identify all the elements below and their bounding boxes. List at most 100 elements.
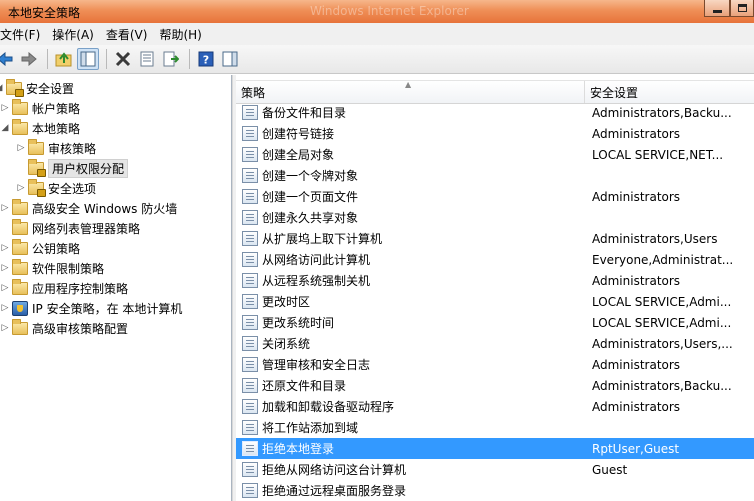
expand-arrow-icon[interactable]: ▷ [0, 103, 10, 113]
show-hide-tree-button[interactable] [77, 48, 99, 70]
tree-item[interactable]: ▷ 软件限制策略 [0, 258, 104, 278]
policy-row[interactable]: 从扩展坞上取下计算机 Administrators,Users [236, 228, 754, 249]
policy-row[interactable]: 创建全局对象 LOCAL SERVICE,NET... [236, 144, 754, 165]
expand-arrow-icon[interactable]: ▷ [0, 263, 10, 273]
policy-icon [242, 378, 258, 393]
tree-item[interactable]: 网络列表管理器策略 [0, 218, 140, 238]
policy-name: 管理审核和安全日志 [262, 358, 371, 372]
help-icon: ? [198, 51, 214, 67]
expand-arrow-icon[interactable]: ▷ [0, 283, 10, 293]
show-action-pane-button[interactable] [219, 48, 241, 70]
menu-view[interactable]: 查看(V) [100, 26, 154, 43]
expand-arrow-icon[interactable]: ▷ [0, 203, 10, 213]
policy-row[interactable]: 备份文件和目录 Administrators,Backu... [236, 102, 754, 123]
forward-button[interactable] [18, 48, 40, 70]
policy-name: 加载和卸载设备驱动程序 [262, 400, 395, 414]
menu-file[interactable]: 文件(F) [0, 26, 46, 43]
expand-arrow-icon[interactable]: ▷ [0, 303, 10, 313]
console-tree[interactable]: ◢ 安全设置 ▷ 帐户策略 ◢ 本地策略 ▷ 审核策略用户权限分配 ▷ 安全选项 ▷ 高级安全 Win… [0, 75, 232, 501]
maximize-icon [737, 4, 747, 12]
toolbar-separator [189, 49, 190, 69]
policy-row[interactable]: 拒绝从网络访问这台计算机 Guest [236, 459, 754, 480]
tree-item[interactable]: ◢ 安全设置 [0, 78, 74, 98]
security-setting-cell: RptUser,Guest [592, 441, 680, 456]
policy-icon [242, 399, 258, 414]
properties-button[interactable] [136, 48, 158, 70]
locked-folder-icon [6, 78, 24, 97]
tree-item-label: 帐户策略 [32, 101, 81, 116]
policy-cell: 从扩展坞上取下计算机 [236, 230, 587, 247]
maximize-button[interactable] [730, 0, 754, 17]
policy-cell: 拒绝从网络访问这台计算机 [236, 461, 587, 478]
expand-arrow-icon[interactable]: ▷ [16, 183, 26, 193]
minimize-button[interactable] [704, 0, 730, 17]
tree-item[interactable]: ▷ 公钥策略 [0, 238, 80, 258]
policy-cell: 备份文件和目录 [236, 104, 587, 121]
tree-item[interactable]: ▷ 帐户策略 [0, 98, 80, 118]
title-bar[interactable]: 本地安全策略 Windows Internet Explorer [0, 0, 754, 23]
policy-row[interactable]: 创建一个页面文件 Administrators [236, 186, 754, 207]
collapse-arrow-icon[interactable]: ◢ [0, 123, 10, 133]
policy-icon [242, 441, 258, 456]
policy-row[interactable]: 拒绝本地登录 RptUser,Guest [236, 438, 754, 459]
back-button[interactable] [0, 48, 16, 70]
tree-item[interactable]: ▷ 安全选项 [16, 178, 96, 198]
policy-row[interactable]: 还原文件和目录 Administrators,Backu... [236, 375, 754, 396]
policy-row[interactable]: 将工作站添加到域 [236, 417, 754, 438]
policy-row[interactable]: 创建一个令牌对象 [236, 165, 754, 186]
toolbar-separator [47, 49, 48, 69]
help-button[interactable]: ? [195, 48, 217, 70]
column-header-policy[interactable]: ▲ 策略 [236, 80, 585, 103]
policy-list-pane[interactable]: ▲ 策略 安全设置 备份文件和目录 Administrators,Backu...… [236, 75, 754, 501]
tree-item[interactable]: ▷ IP 安全策略，在 本地计算机 [0, 298, 182, 318]
tree-item-label: 高级安全 Windows 防火墙 [32, 201, 178, 216]
security-setting-cell: Administrators,Backu... [592, 105, 732, 120]
policy-row[interactable]: 加载和卸载设备驱动程序 Administrators [236, 396, 754, 417]
menu-action[interactable]: 操作(A) [46, 26, 100, 43]
folder-icon [12, 318, 28, 335]
tree-item-label: 审核策略 [48, 141, 97, 156]
policy-row[interactable]: 更改系统时间 LOCAL SERVICE,Admi... [236, 312, 754, 333]
export-list-icon [163, 51, 179, 67]
column-header-security-setting[interactable]: 安全设置 [585, 81, 754, 103]
policy-cell: 将工作站添加到域 [236, 419, 587, 436]
policy-row[interactable]: 更改时区 LOCAL SERVICE,Admi... [236, 291, 754, 312]
folder-icon [12, 238, 28, 255]
tree-item[interactable]: ◢ 本地策略 [0, 118, 80, 138]
policy-row[interactable]: 管理审核和安全日志 Administrators [236, 354, 754, 375]
policy-icon [242, 168, 258, 183]
policy-row[interactable]: 从远程系统强制关机 Administrators [236, 270, 754, 291]
policy-name: 创建一个令牌对象 [262, 169, 359, 183]
export-list-button[interactable] [160, 48, 182, 70]
expand-arrow-icon[interactable]: ▷ [0, 243, 10, 253]
tree-item-label: 本地策略 [32, 121, 81, 136]
expand-arrow-icon[interactable]: ▷ [16, 143, 26, 153]
tree-item[interactable]: 用户权限分配 [16, 158, 129, 178]
policy-row[interactable]: 拒绝通过远程桌面服务登录 [236, 480, 754, 501]
policy-name: 拒绝本地登录 [262, 442, 335, 456]
collapse-arrow-icon[interactable]: ◢ [0, 83, 4, 93]
policy-icon [242, 189, 258, 204]
policy-name: 创建永久共享对象 [262, 211, 359, 225]
policy-row[interactable]: 从网络访问此计算机 Everyone,Administrat... [236, 249, 754, 270]
tree-item[interactable]: ▷ 高级审核策略配置 [0, 318, 128, 338]
minimize-icon [712, 9, 722, 13]
policy-row[interactable]: 创建符号链接 Administrators [236, 123, 754, 144]
policy-cell: 从远程系统强制关机 [236, 272, 587, 289]
policy-row[interactable]: 创建永久共享对象 [236, 207, 754, 228]
menu-help[interactable]: 帮助(H) [153, 26, 207, 43]
folder-icon [12, 98, 28, 115]
up-level-button[interactable] [53, 48, 75, 70]
tree-item[interactable]: ▷ 审核策略 [16, 138, 96, 158]
tree-item[interactable]: ▷ 高级安全 Windows 防火墙 [0, 198, 177, 218]
policy-icon [242, 210, 258, 225]
tree-item[interactable]: ▷ 应用程序控制策略 [0, 278, 128, 298]
policy-row[interactable]: 关闭系统 Administrators,Users,... [236, 333, 754, 354]
policy-cell: 拒绝通过远程桌面服务登录 [236, 482, 587, 499]
policy-name: 创建符号链接 [262, 127, 335, 141]
security-setting-cell: LOCAL SERVICE,NET... [592, 147, 724, 162]
folder-icon [12, 118, 28, 135]
delete-button[interactable] [112, 48, 134, 70]
expand-arrow-icon[interactable]: ▷ [0, 323, 10, 333]
policy-cell: 创建符号链接 [236, 125, 587, 142]
